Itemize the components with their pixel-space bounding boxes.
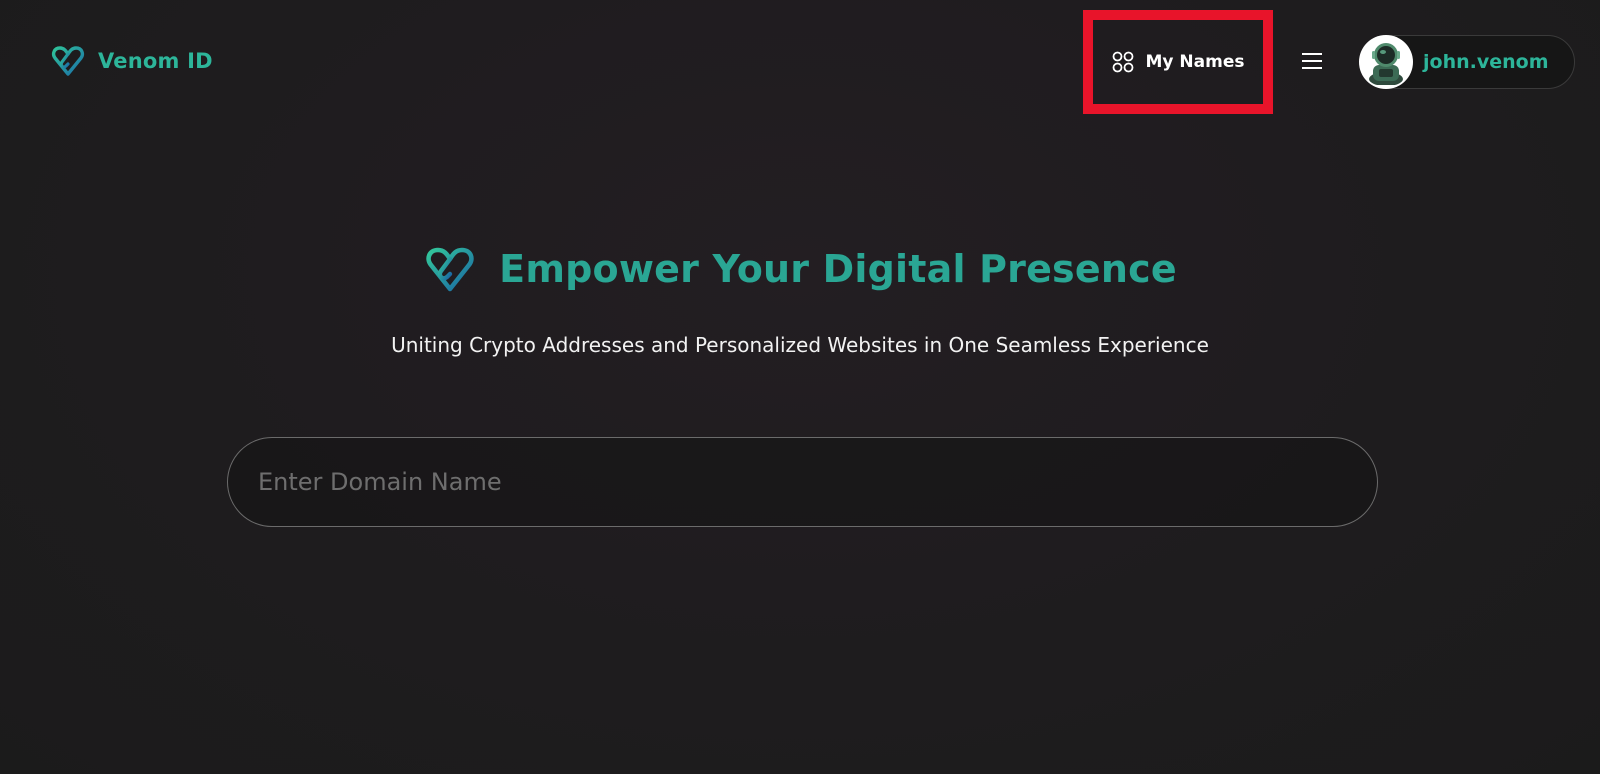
hamburger-menu-icon — [1302, 53, 1322, 69]
venom-logo-icon — [426, 247, 474, 292]
grid-circles-icon — [1112, 51, 1133, 73]
my-names-button[interactable]: My Names — [1083, 10, 1273, 114]
hero-heading: Empower Your Digital Presence — [0, 244, 1600, 294]
page-subtitle: Uniting Crypto Addresses and Personalize… — [391, 333, 1209, 357]
profile-name: john.venom — [1423, 51, 1549, 73]
my-names-label: My Names — [1145, 52, 1245, 72]
astronaut-avatar-icon — [1369, 43, 1403, 85]
header-nav: My Names john.venom — [0, 0, 1600, 120]
profile-button[interactable]: john.venom — [1359, 35, 1575, 89]
domain-search-box — [227, 437, 1378, 527]
menu-button[interactable] — [1299, 48, 1325, 74]
page-title: Empower Your Digital Presence — [499, 247, 1177, 291]
domain-search-input[interactable] — [256, 467, 1349, 497]
avatar — [1359, 35, 1413, 89]
